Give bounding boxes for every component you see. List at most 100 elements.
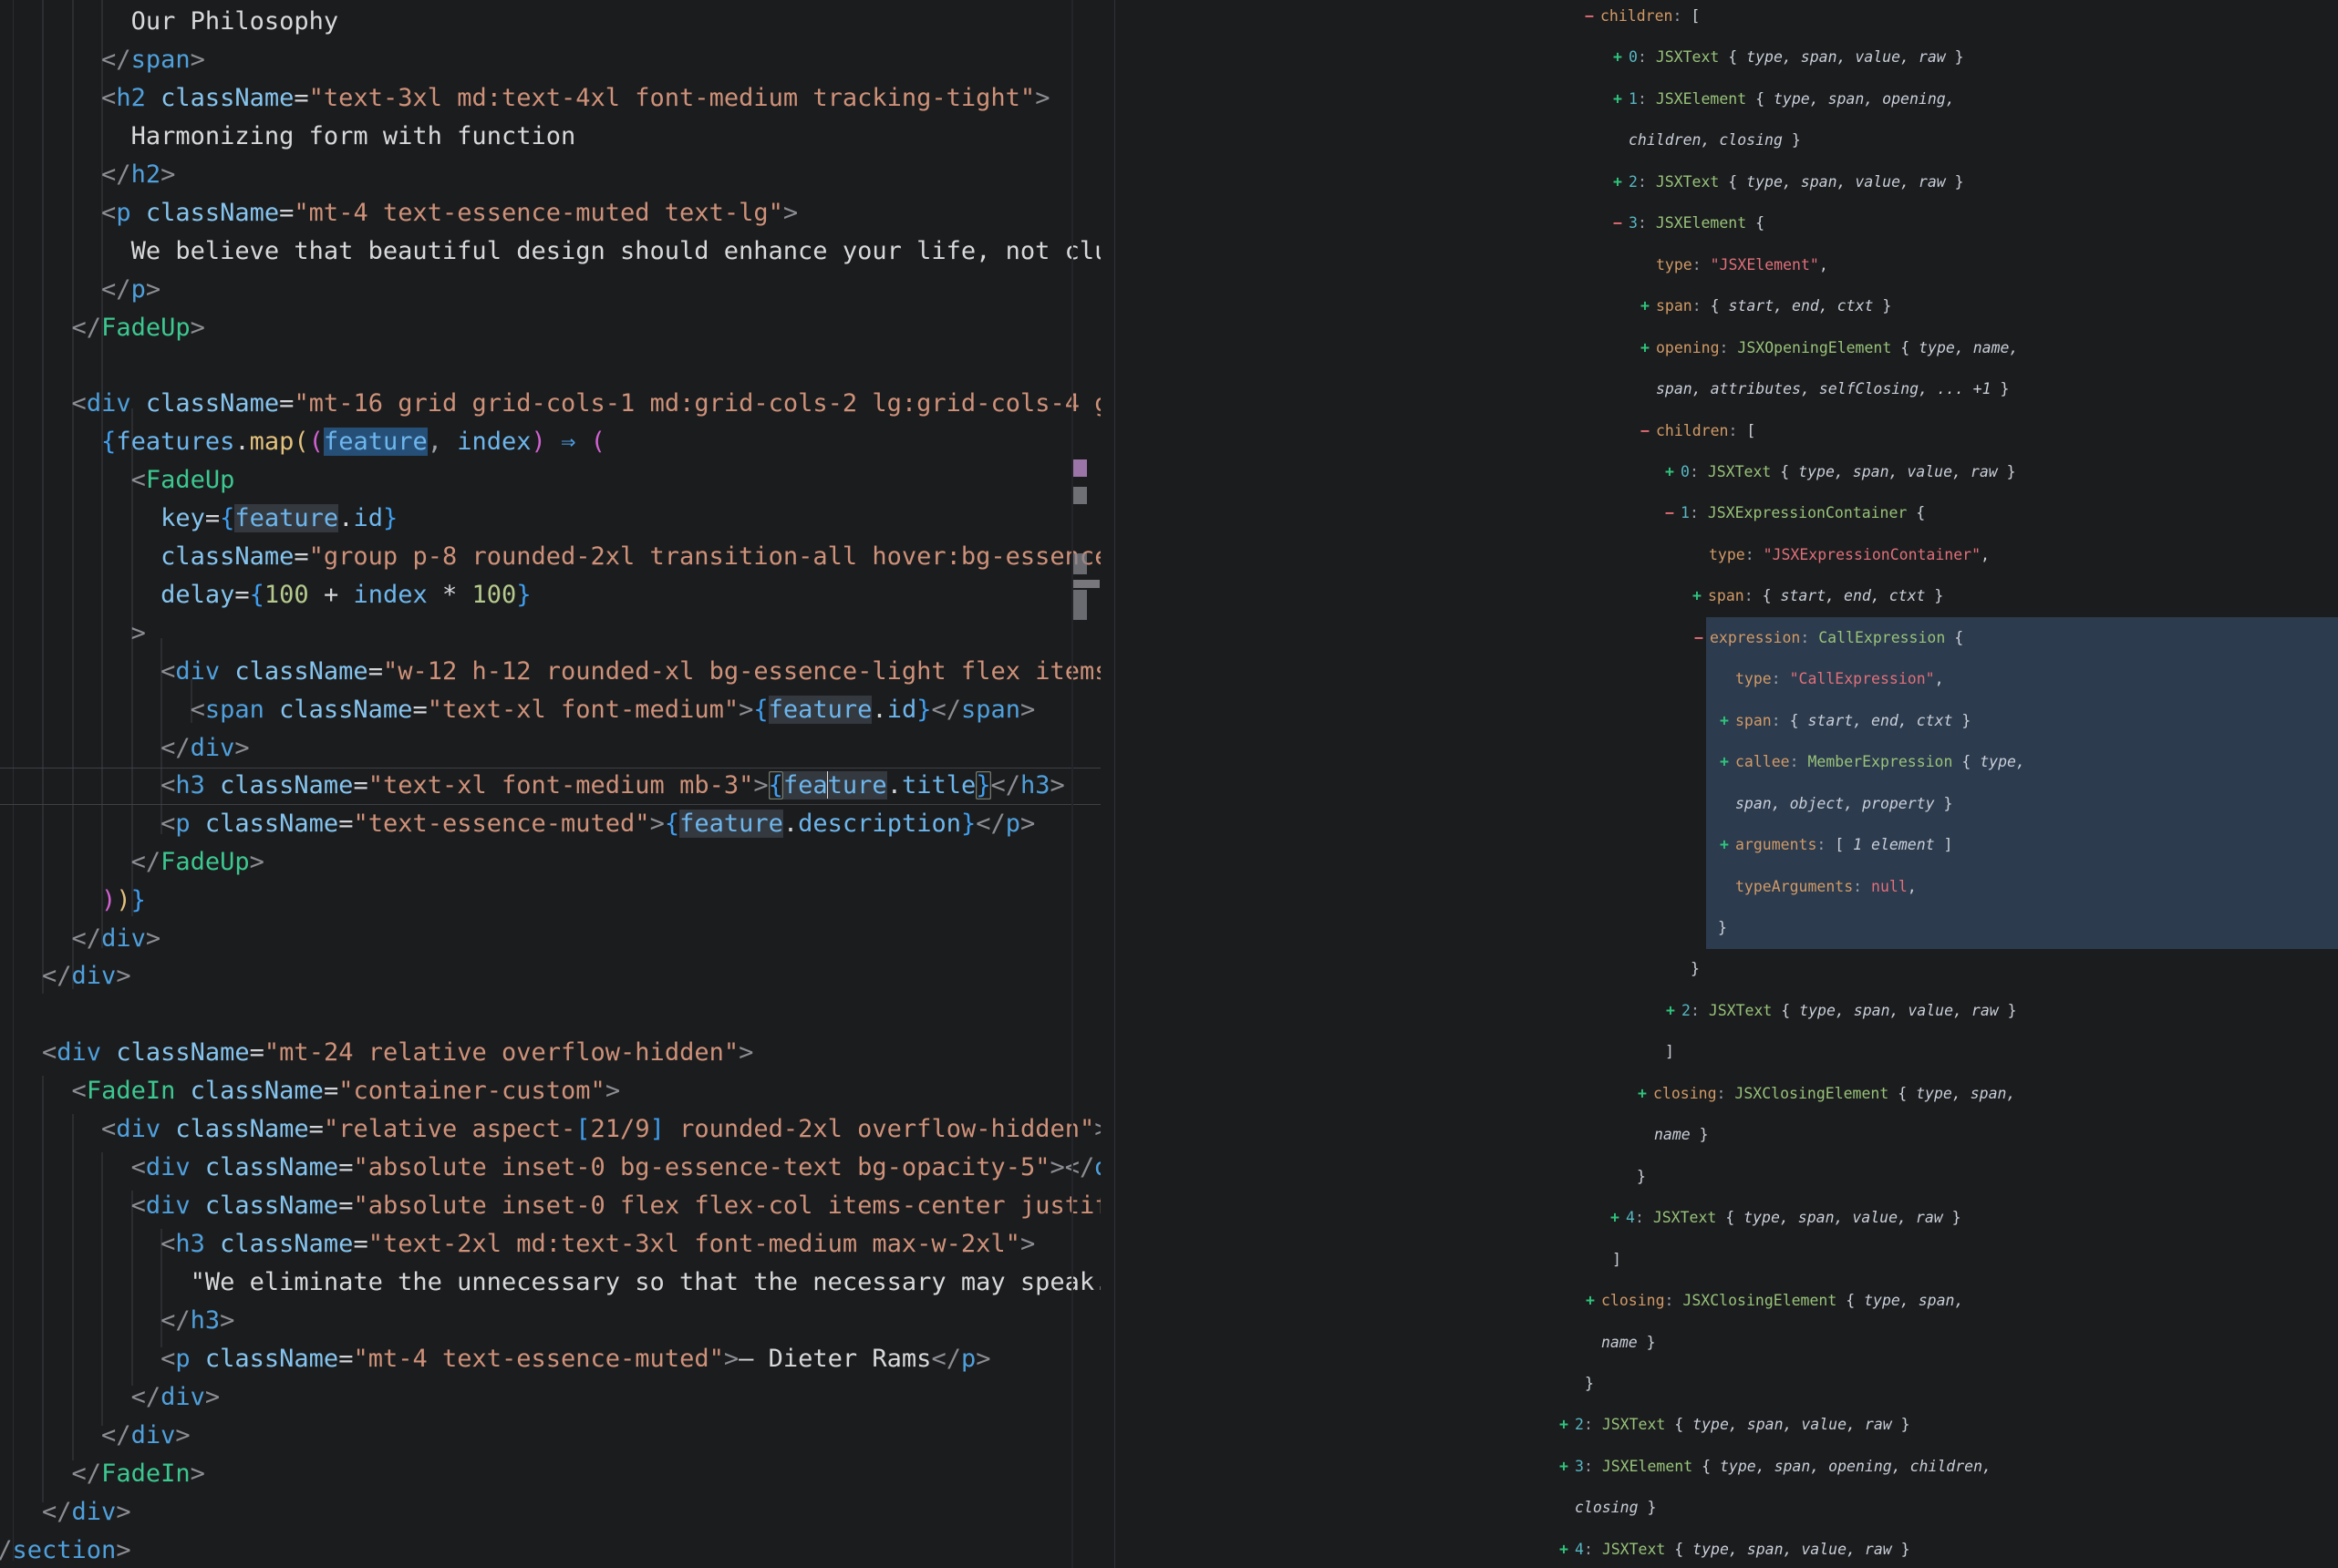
code-line[interactable]: <p className="mt-4 text-essence-muted">—… xyxy=(0,1340,1101,1378)
ast-row[interactable]: +2: JSXText { type, span, value, raw } xyxy=(1115,990,2025,1031)
expander-icon[interactable]: + xyxy=(1613,36,1629,77)
code-line[interactable]: <h3 className="text-2xl md:text-3xl font… xyxy=(0,1225,1101,1264)
ast-row[interactable]: } xyxy=(1115,948,2025,989)
ast-row[interactable]: +opening: JSXOpeningElement { type, name… xyxy=(1115,327,2025,368)
expander-icon[interactable]: + xyxy=(1586,1280,1601,1321)
expander-icon[interactable]: + xyxy=(1720,824,1735,865)
expander-icon[interactable]: + xyxy=(1559,1446,1575,1487)
ast-row[interactable]: +closing: JSXClosingElement { type, span… xyxy=(1115,1280,2025,1321)
code-line[interactable]: </section> xyxy=(0,1532,1101,1568)
code-line[interactable]: <div className="absolute inset-0 flex fl… xyxy=(0,1187,1101,1225)
code-line[interactable]: </h2> xyxy=(0,156,1101,194)
code-line[interactable]: {features.map((feature, index) ⇒ ( xyxy=(0,423,1101,461)
code-line[interactable]: <div className="mt-24 relative overflow-… xyxy=(0,1034,1101,1072)
expander-icon[interactable]: + xyxy=(1720,700,1735,741)
code-line[interactable]: </div> xyxy=(0,729,1101,768)
code-line[interactable]: </FadeIn> xyxy=(0,1455,1101,1493)
ast-row[interactable]: +closing: JSXClosingElement { type, span… xyxy=(1115,1073,2025,1114)
expander-icon[interactable]: + xyxy=(1559,1529,1575,1568)
code-line[interactable]: </FadeUp> xyxy=(0,309,1101,347)
code-line[interactable]: > xyxy=(0,614,1101,653)
ast-row[interactable]: −3: JSXElement { xyxy=(1115,202,2025,243)
code-line[interactable]: </div> xyxy=(0,957,1101,995)
ast-row-highlighted[interactable]: typeArguments: null, xyxy=(1115,866,2025,907)
ast-row[interactable]: name } xyxy=(1115,1114,2025,1155)
code-line[interactable]: </div> xyxy=(0,920,1101,958)
expander-icon[interactable]: − xyxy=(1613,202,1629,243)
expander-icon[interactable]: + xyxy=(1638,1073,1653,1114)
ast-row[interactable]: children, closing } xyxy=(1115,119,2025,160)
ast-row-highlighted[interactable]: +span: { start, end, ctxt } xyxy=(1115,700,2025,741)
ast-row[interactable]: closing } xyxy=(1115,1487,2025,1528)
code-line[interactable]: key={feature.id} xyxy=(0,500,1101,538)
code-line[interactable]: </div> xyxy=(0,1417,1101,1455)
code-line[interactable] xyxy=(0,346,1101,385)
expander-icon[interactable]: − xyxy=(1665,492,1681,533)
expander-icon[interactable]: − xyxy=(1694,617,1710,658)
ast-row[interactable]: +span: { start, end, ctxt } xyxy=(1115,285,2025,326)
code-line[interactable]: <div className="absolute inset-0 bg-esse… xyxy=(0,1149,1101,1187)
code-line[interactable]: <div className="w-12 h-12 rounded-xl bg-… xyxy=(0,653,1101,691)
code-line[interactable]: className="group p-8 rounded-2xl transit… xyxy=(0,538,1101,576)
ast-row[interactable]: +span: { start, end, ctxt } xyxy=(1115,575,2025,616)
ast-row[interactable]: +0: JSXText { type, span, value, raw } xyxy=(1115,36,2025,77)
expander-icon[interactable]: − xyxy=(1640,410,1656,451)
ast-row[interactable]: +2: JSXText { type, span, value, raw } xyxy=(1115,1404,2025,1445)
ast-row[interactable]: −children: [ xyxy=(1115,0,2025,36)
expander-icon[interactable]: − xyxy=(1585,0,1600,36)
expander-icon[interactable]: + xyxy=(1610,1197,1626,1238)
ast-row[interactable]: span, attributes, selfClosing, ... +1 } xyxy=(1115,368,2025,409)
ast-row-highlighted[interactable]: −expression: CallExpression { xyxy=(1115,617,2025,658)
ast-row[interactable]: +3: JSXElement { type, span, opening, ch… xyxy=(1115,1446,2025,1487)
expander-icon[interactable]: + xyxy=(1692,575,1708,616)
code-editor-pane[interactable]: Our Philosophy </span> <h2 className="te… xyxy=(0,0,1114,1568)
code-line[interactable]: </div> xyxy=(0,1378,1101,1417)
ast-row[interactable]: } xyxy=(1115,1363,2025,1404)
ast-row[interactable]: +4: JSXText { type, span, value, raw } xyxy=(1115,1197,2025,1238)
code-line[interactable]: Our Philosophy xyxy=(0,3,1101,41)
code-line[interactable]: </span> xyxy=(0,41,1101,79)
expander-icon[interactable]: + xyxy=(1666,990,1681,1031)
code-line[interactable]: delay={100 + index * 100} xyxy=(0,576,1101,614)
expander-icon[interactable]: + xyxy=(1640,285,1656,326)
ast-tree-pane[interactable]: −children: [+0: JSXText { type, span, va… xyxy=(1114,0,2338,1568)
code-line[interactable] xyxy=(0,995,1101,1034)
code-line[interactable]: ))} xyxy=(0,882,1101,920)
ast-row-highlighted[interactable]: span, object, property } xyxy=(1115,783,2025,824)
expander-icon[interactable]: + xyxy=(1613,161,1629,202)
ast-row[interactable]: −children: [ xyxy=(1115,410,2025,451)
code-line[interactable]: <span className="text-xl font-medium">{f… xyxy=(0,691,1101,729)
code-line[interactable]: <h2 className="text-3xl md:text-4xl font… xyxy=(0,79,1101,118)
expander-icon[interactable]: + xyxy=(1720,741,1735,782)
ast-row[interactable]: type: "JSXElement", xyxy=(1115,244,2025,285)
code-line[interactable]: <div className="mt-16 grid grid-cols-1 m… xyxy=(0,385,1101,423)
expander-icon[interactable]: + xyxy=(1559,1404,1575,1445)
ast-row[interactable]: +4: JSXText { type, span, value, raw } xyxy=(1115,1529,2025,1568)
code-line-current[interactable]: <h3 className="text-xl font-medium mb-3"… xyxy=(0,768,1101,805)
code-line[interactable]: <div className="relative aspect-[21/9] r… xyxy=(0,1110,1101,1149)
code-line[interactable]: <FadeUp xyxy=(0,461,1101,500)
ast-row-highlighted[interactable]: } xyxy=(1115,907,2025,948)
code-line[interactable]: <p className="text-essence-muted">{featu… xyxy=(0,805,1101,843)
code-line[interactable]: We believe that beautiful design should … xyxy=(0,232,1101,271)
code-line[interactable]: "We eliminate the unnecessary so that th… xyxy=(0,1264,1101,1302)
ast-row[interactable]: } xyxy=(1115,1156,2025,1197)
ast-row[interactable]: +1: JSXElement { type, span, opening, xyxy=(1115,78,2025,119)
expander-icon[interactable]: + xyxy=(1640,327,1656,368)
ast-row[interactable]: type: "JSXExpressionContainer", xyxy=(1115,534,2025,575)
ast-row[interactable]: −1: JSXExpressionContainer { xyxy=(1115,492,2025,533)
ast-row[interactable]: +0: JSXText { type, span, value, raw } xyxy=(1115,451,2025,492)
code-line[interactable]: <p className="mt-4 text-essence-muted te… xyxy=(0,194,1101,232)
code-line[interactable]: </p> xyxy=(0,271,1101,309)
ast-row-highlighted[interactable]: +arguments: [ 1 element ] xyxy=(1115,824,2025,865)
code-line[interactable]: </div> xyxy=(0,1493,1101,1532)
expander-icon[interactable]: + xyxy=(1613,78,1629,119)
ast-row[interactable]: ] xyxy=(1115,1031,2025,1072)
ast-row[interactable]: +2: JSXText { type, span, value, raw } xyxy=(1115,161,2025,202)
ast-row-highlighted[interactable]: type: "CallExpression", xyxy=(1115,658,2025,699)
ast-row-highlighted[interactable]: +callee: MemberExpression { type, xyxy=(1115,741,2025,782)
code-line[interactable]: Harmonizing form with function xyxy=(0,118,1101,156)
expander-icon[interactable]: + xyxy=(1665,451,1681,492)
ast-row[interactable]: name } xyxy=(1115,1322,2025,1363)
ast-row[interactable]: ] xyxy=(1115,1239,2025,1280)
